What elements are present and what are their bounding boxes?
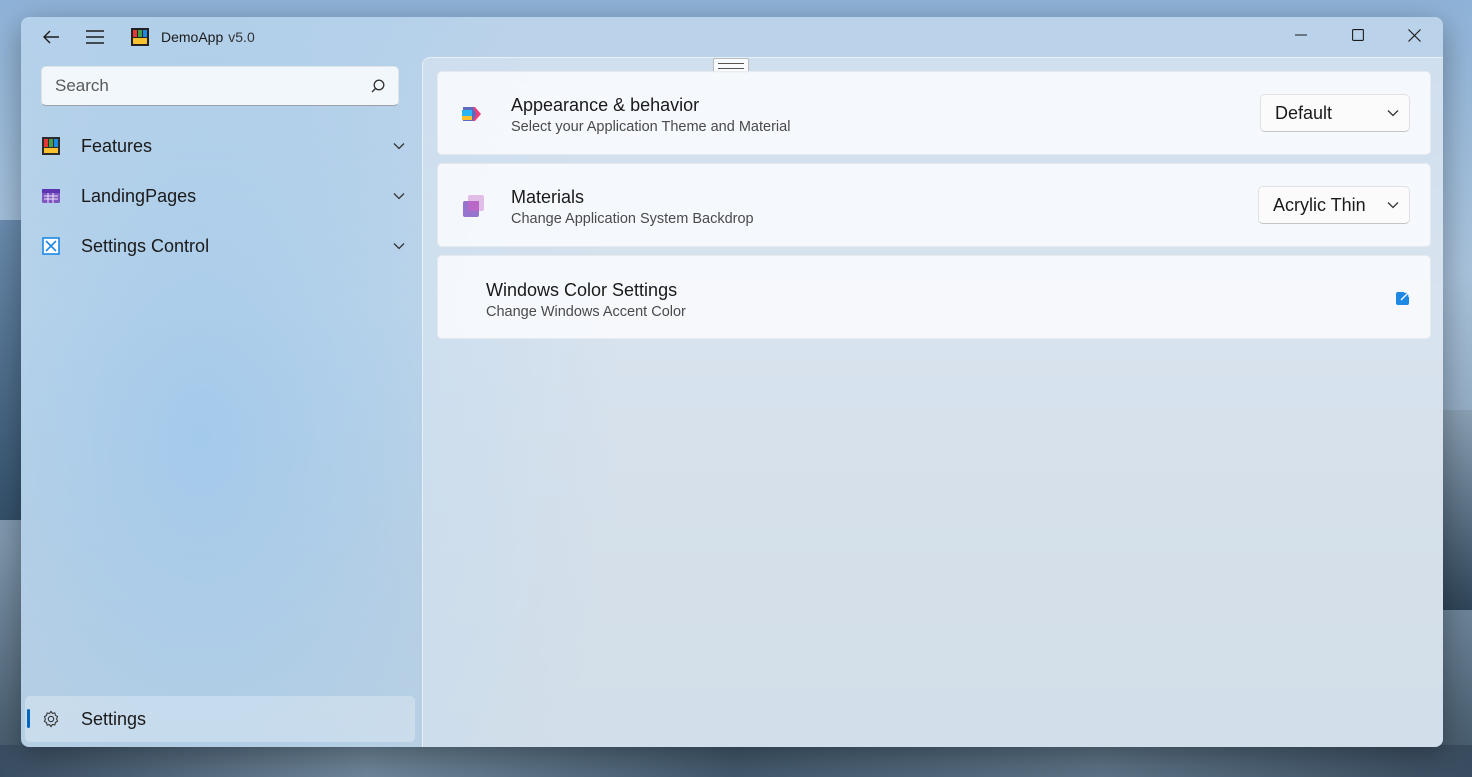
maximize-icon xyxy=(1351,29,1364,41)
sidebar-item-label: Features xyxy=(81,135,153,156)
gear-icon xyxy=(43,710,59,728)
card-title: Appearance & behavior xyxy=(511,95,700,115)
card-title: Windows Color Settings xyxy=(486,280,678,300)
search-box xyxy=(41,66,399,106)
sidebar-item-settings-control[interactable]: Settings Control xyxy=(29,224,411,268)
hamburger-icon xyxy=(86,30,104,44)
material-dropdown[interactable]: Acrylic Thin xyxy=(1258,186,1410,224)
menu-button[interactable] xyxy=(73,19,117,55)
app-version: v5.0 xyxy=(228,29,255,45)
settings-control-icon xyxy=(42,237,60,255)
close-button[interactable] xyxy=(1386,17,1443,53)
chevron-down-icon xyxy=(387,192,411,200)
chevron-down-icon xyxy=(1387,109,1399,117)
close-icon xyxy=(1408,28,1421,42)
open-external-icon[interactable] xyxy=(1395,290,1411,306)
sidebar-item-label: Settings xyxy=(81,708,147,729)
dropdown-value: Acrylic Thin xyxy=(1273,194,1366,215)
settings-page: Appearance & behavior Select your Applic… xyxy=(422,57,1443,747)
minimize-icon xyxy=(1294,34,1307,36)
theme-dropdown[interactable]: Default xyxy=(1260,94,1410,132)
selection-indicator xyxy=(27,709,30,728)
chevron-down-icon xyxy=(1387,201,1399,209)
maximize-button[interactable] xyxy=(1329,17,1386,53)
paint-icon xyxy=(462,107,481,121)
app-logo-icon xyxy=(131,28,149,46)
sidebar-item-label: LandingPages xyxy=(81,185,197,206)
desktop-background-right xyxy=(1442,410,1472,610)
sidebar-item-landingpages[interactable]: LandingPages xyxy=(29,174,411,218)
search-input[interactable] xyxy=(42,75,358,97)
minimize-button[interactable] xyxy=(1272,17,1329,53)
grip-icon xyxy=(718,62,744,69)
title-bar: DemoApp v5.0 xyxy=(21,17,1443,57)
card-subtitle: Change Application System Backdrop xyxy=(511,211,754,227)
landing-pages-icon xyxy=(42,189,60,203)
appearance-card: Appearance & behavior Select your Applic… xyxy=(437,71,1431,155)
card-title: Materials xyxy=(511,187,585,207)
chevron-down-icon xyxy=(387,142,411,150)
app-title: DemoApp xyxy=(161,29,224,45)
card-subtitle: Change Windows Accent Color xyxy=(486,304,686,320)
arrow-left-icon xyxy=(43,30,59,44)
sidebar-nav: Features LandingPages Settings Control xyxy=(29,124,411,274)
windows-color-card[interactable]: Windows Color Settings Change Windows Ac… xyxy=(437,255,1431,339)
dropdown-value: Default xyxy=(1275,102,1333,123)
card-subtitle: Select your Application Theme and Materi… xyxy=(511,119,791,135)
caption-buttons xyxy=(1272,17,1443,53)
desktop-background-bottom xyxy=(0,745,1472,777)
materials-card: Materials Change Application System Back… xyxy=(437,163,1431,247)
sidebar-item-features[interactable]: Features xyxy=(29,124,411,168)
search-icon[interactable] xyxy=(358,79,398,93)
chevron-down-icon xyxy=(387,242,411,250)
desktop-background-left xyxy=(0,220,22,520)
back-button[interactable] xyxy=(29,19,73,55)
app-window: DemoApp v5.0 Search Features LandingPage… xyxy=(21,17,1443,747)
sidebar-item-settings[interactable]: Settings xyxy=(25,696,415,742)
materials-icon xyxy=(463,195,484,217)
features-icon xyxy=(42,137,60,155)
sidebar-item-label: Settings Control xyxy=(81,235,210,256)
